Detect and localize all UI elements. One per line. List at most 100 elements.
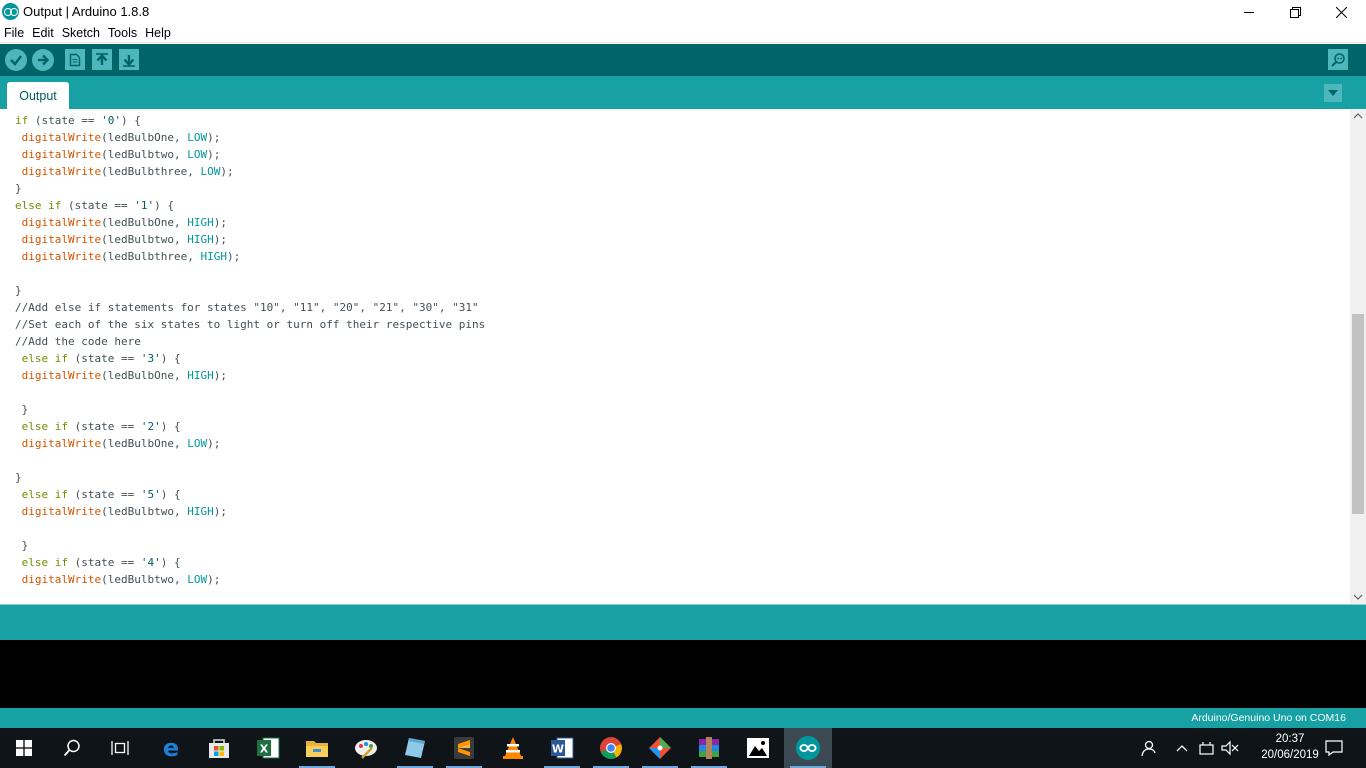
notepad-icon bbox=[405, 738, 425, 758]
tab-bar: Output bbox=[0, 76, 1366, 109]
window-title: Output | Arduino 1.8.8 bbox=[23, 4, 150, 19]
code-token: ); bbox=[213, 233, 227, 246]
notification-icon bbox=[1325, 740, 1343, 756]
save-button[interactable] bbox=[119, 49, 139, 70]
start-button[interactable] bbox=[0, 728, 48, 768]
tray-overflow-button[interactable] bbox=[1172, 728, 1192, 768]
code-line: digitalWrite(ledBulbtwo, LOW); bbox=[15, 146, 485, 163]
photos-icon bbox=[747, 738, 769, 758]
serial-monitor-button[interactable] bbox=[1328, 49, 1348, 70]
restore-button[interactable] bbox=[1272, 0, 1318, 24]
close-icon bbox=[1335, 6, 1347, 18]
code-line: //Add the code here bbox=[15, 333, 485, 350]
code-token: digitalWrite bbox=[21, 216, 102, 229]
vlc-icon bbox=[503, 737, 523, 759]
taskbar-word[interactable]: W bbox=[538, 728, 586, 768]
code-token: (ledBulbthree, bbox=[101, 165, 201, 178]
code-token: '5' bbox=[140, 488, 161, 501]
taskbar-photos[interactable] bbox=[734, 728, 782, 768]
taskbar-file-explorer[interactable] bbox=[293, 728, 341, 768]
tab-menu-button[interactable] bbox=[1324, 84, 1342, 102]
code-token: ) { bbox=[160, 556, 181, 569]
code-token: (ledBulbthree, bbox=[101, 250, 201, 263]
code-token: HIGH bbox=[187, 216, 214, 229]
chevron-down-icon bbox=[1328, 90, 1338, 96]
code-line: else if (state == '4') { bbox=[15, 554, 485, 571]
taskbar-sublime-text[interactable] bbox=[440, 728, 488, 768]
code-token: ); bbox=[226, 250, 241, 263]
minimize-icon bbox=[1244, 12, 1254, 13]
code-line: //Set each of the six states to light or… bbox=[15, 316, 485, 333]
new-button[interactable] bbox=[65, 49, 85, 70]
file-explorer-icon bbox=[306, 741, 328, 757]
open-button[interactable] bbox=[92, 49, 112, 70]
verify-button[interactable] bbox=[5, 49, 27, 71]
taskbar-git[interactable] bbox=[636, 728, 684, 768]
menu-sketch[interactable]: Sketch bbox=[58, 24, 104, 42]
taskbar-store[interactable] bbox=[195, 728, 243, 768]
code-token: ); bbox=[213, 369, 227, 382]
action-center-button[interactable] bbox=[1320, 728, 1348, 768]
code-editor[interactable]: if (state == '0') { digitalWrite(ledBulb… bbox=[0, 109, 1350, 604]
toolbar bbox=[0, 44, 1366, 76]
code-token: else bbox=[21, 488, 49, 501]
upload-icon bbox=[38, 54, 50, 66]
tray-volume-button[interactable] bbox=[1219, 728, 1241, 768]
minimize-button[interactable] bbox=[1226, 0, 1272, 24]
scrollbar-thumb[interactable] bbox=[1352, 314, 1364, 514]
taskbar-notepad[interactable] bbox=[391, 728, 439, 768]
code-token: LOW bbox=[187, 573, 208, 586]
taskbar-vlc[interactable] bbox=[489, 728, 537, 768]
menu-bar: File Edit Sketch Tools Help bbox=[0, 24, 1366, 43]
taskbar-chrome[interactable] bbox=[587, 728, 635, 768]
task-view-button[interactable] bbox=[96, 728, 144, 768]
task-view-icon bbox=[111, 741, 129, 755]
tray-network-button[interactable] bbox=[1195, 728, 1217, 768]
code-token: } bbox=[15, 539, 29, 552]
taskbar-arduino[interactable] bbox=[784, 728, 832, 768]
code-token: } bbox=[15, 471, 22, 484]
menu-help[interactable]: Help bbox=[141, 24, 175, 42]
taskbar-search-button[interactable] bbox=[48, 728, 96, 768]
editor-scrollbar[interactable] bbox=[1350, 109, 1366, 604]
code-line: //Add else if statements for states "10"… bbox=[15, 299, 485, 316]
close-button[interactable] bbox=[1318, 0, 1364, 24]
code-token: digitalWrite bbox=[21, 505, 102, 518]
winrar-icon bbox=[699, 737, 719, 759]
network-icon bbox=[1199, 742, 1214, 755]
taskbar-winrar[interactable] bbox=[685, 728, 733, 768]
taskbar-paint[interactable] bbox=[342, 728, 390, 768]
code-token: ); bbox=[213, 216, 227, 229]
code-line: } bbox=[15, 537, 485, 554]
tab-output[interactable]: Output bbox=[7, 82, 69, 109]
scroll-down-icon[interactable] bbox=[1353, 594, 1363, 600]
code-token: LOW bbox=[187, 131, 208, 144]
upload-button[interactable] bbox=[32, 49, 54, 71]
code-token: } bbox=[15, 403, 29, 416]
tray-people-button[interactable] bbox=[1134, 728, 1162, 768]
taskbar-excel[interactable]: X bbox=[244, 728, 292, 768]
menu-tools[interactable]: Tools bbox=[104, 24, 141, 42]
code-token: HIGH bbox=[187, 369, 214, 382]
taskbar-edge[interactable]: e bbox=[147, 728, 195, 768]
taskbar-clock[interactable]: 20:37 20/06/2019 bbox=[1257, 731, 1323, 763]
console-output[interactable] bbox=[0, 640, 1366, 708]
code-token: ); bbox=[207, 437, 221, 450]
code-token: digitalWrite bbox=[21, 165, 102, 178]
menu-edit[interactable]: Edit bbox=[28, 24, 58, 42]
code-token: HIGH bbox=[200, 250, 227, 263]
scroll-up-icon[interactable] bbox=[1353, 113, 1363, 119]
menu-file[interactable]: File bbox=[0, 24, 28, 42]
restore-icon bbox=[1289, 6, 1301, 18]
